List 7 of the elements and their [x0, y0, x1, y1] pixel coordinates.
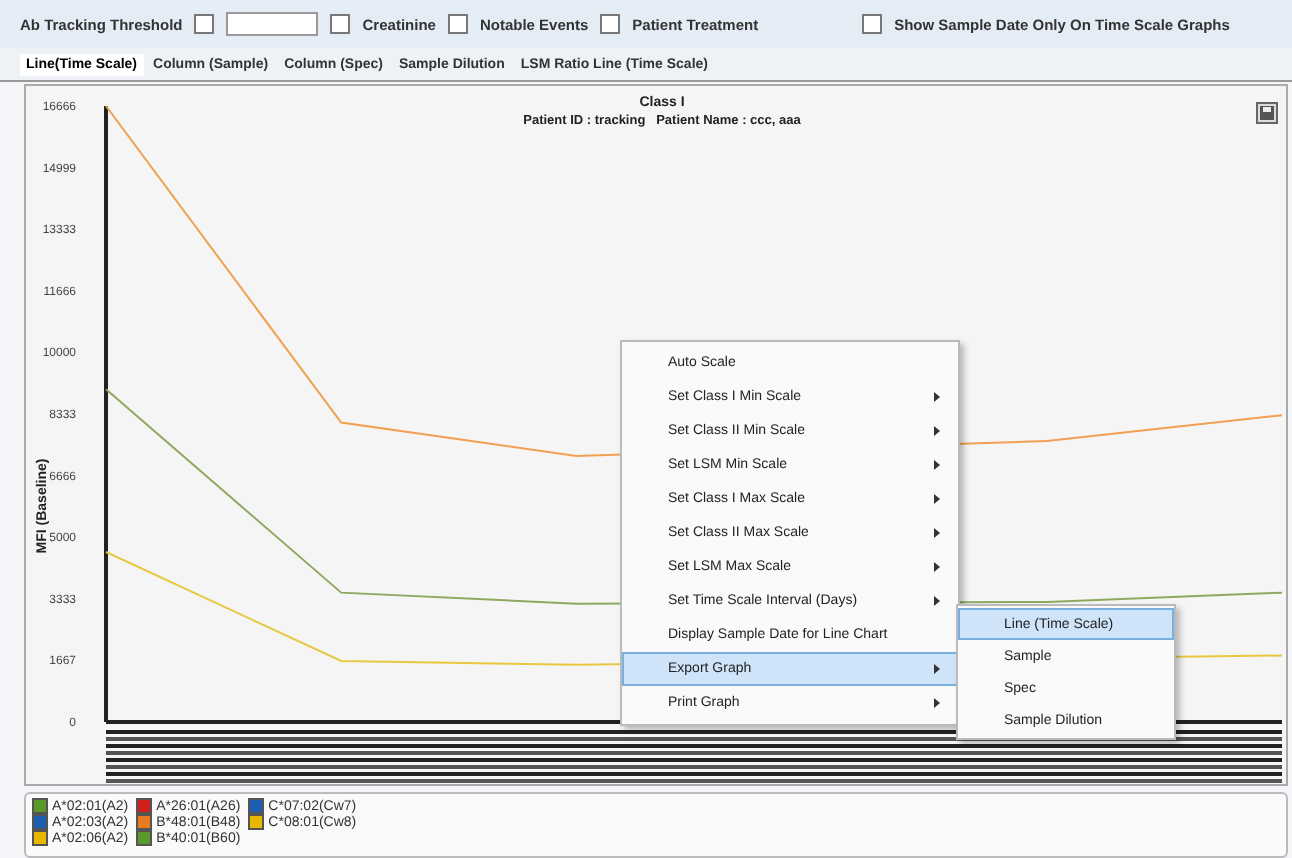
threshold-input-field[interactable] — [226, 12, 319, 36]
save-icon[interactable] — [1256, 102, 1278, 124]
checkbox[interactable] — [194, 14, 215, 34]
checkbox[interactable] — [330, 14, 351, 34]
checkbox[interactable] — [600, 14, 621, 34]
checkbox[interactable] — [862, 14, 883, 34]
checkbox[interactable] — [447, 14, 468, 34]
